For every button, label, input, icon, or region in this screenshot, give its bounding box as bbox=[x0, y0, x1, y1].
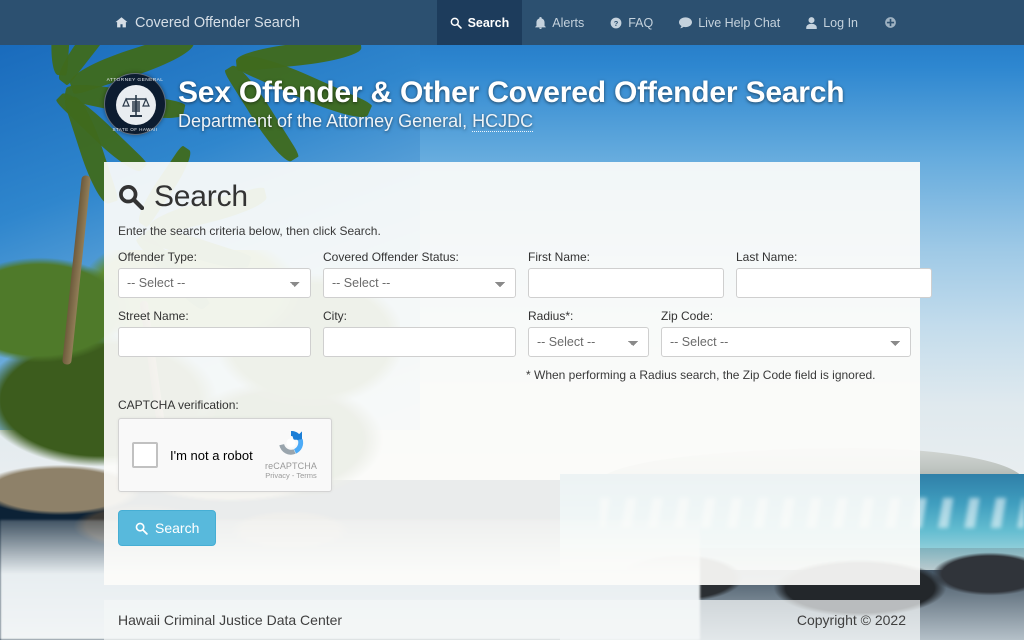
city-input[interactable] bbox=[323, 327, 516, 357]
navbar-right-padding bbox=[916, 0, 1024, 45]
nav-item-alerts[interactable]: Alerts bbox=[522, 0, 597, 45]
search-instruction: Enter the search criteria below, then cl… bbox=[118, 224, 381, 238]
seal-inner-disc bbox=[116, 85, 156, 125]
field-zip-code: Zip Code: -- Select -- bbox=[661, 309, 923, 357]
field-last-name: Last Name: bbox=[736, 250, 944, 298]
accessibility-plus-icon bbox=[884, 16, 897, 29]
zip-code-label: Zip Code: bbox=[661, 309, 714, 323]
page-subtitle: Department of the Attorney General, HCJD… bbox=[178, 110, 844, 132]
page-title: Sex Offender & Other Covered Offender Se… bbox=[178, 76, 845, 110]
field-city: City: bbox=[323, 309, 528, 357]
offender-type-select[interactable]: -- Select -- bbox=[118, 268, 311, 298]
recaptcha-brand-text: reCAPTCHA bbox=[265, 461, 317, 471]
nav-item-log-in-label: Log In bbox=[823, 15, 858, 30]
navbar-items: Search Alerts ? FAQ Live Help Chat Log I… bbox=[436, 0, 916, 45]
footer-left-text: Hawaii Criminal Justice Data Center bbox=[118, 612, 343, 628]
search-panel: Search Enter the search criteria below, … bbox=[104, 162, 932, 585]
scales-of-justice-icon bbox=[122, 95, 150, 117]
page-header: ATTORNEY GENERAL STATE OF HAWAII Sex Off… bbox=[104, 58, 920, 150]
page-subtitle-prefix: Department of the Attorney General, bbox=[178, 110, 473, 131]
field-covered-offender-status: Covered Offender Status: -- Select -- bbox=[323, 250, 528, 298]
last-name-input[interactable] bbox=[736, 268, 932, 298]
captcha-label: CAPTCHA verification: bbox=[118, 398, 239, 412]
svg-text:?: ? bbox=[614, 18, 619, 27]
search-panel-header: Search bbox=[118, 180, 906, 214]
recaptcha-checkbox-label: I'm not a robot bbox=[170, 447, 253, 463]
chat-bubble-icon bbox=[679, 16, 693, 29]
search-form: Offender Type: -- Select -- Covered Offe… bbox=[118, 250, 932, 546]
bell-icon bbox=[535, 16, 547, 29]
nav-item-live-help-chat-label: Live Help Chat bbox=[698, 15, 781, 30]
form-row-2: Street Name: City: Radius*: -- Select --… bbox=[118, 309, 911, 357]
covered-offender-status-select[interactable]: -- Select -- bbox=[323, 268, 516, 298]
radius-select[interactable]: -- Select -- bbox=[528, 327, 649, 357]
nav-item-faq[interactable]: ? FAQ bbox=[597, 0, 666, 45]
radius-note: * When performing a Radius search, the Z… bbox=[526, 368, 876, 382]
state-seal-icon: ATTORNEY GENERAL STATE OF HAWAII bbox=[104, 73, 166, 135]
field-street-name: Street Name: bbox=[118, 309, 323, 357]
field-first-name: First Name: bbox=[528, 250, 736, 298]
nav-item-alerts-label: Alerts bbox=[552, 15, 585, 30]
nav-item-live-help-chat[interactable]: Live Help Chat bbox=[666, 0, 793, 45]
header-title-block: Sex Offender & Other Covered Offender Se… bbox=[178, 76, 845, 132]
nav-item-accessibility[interactable] bbox=[871, 0, 916, 45]
search-heading: Search bbox=[154, 180, 248, 213]
zip-code-select[interactable]: -- Select -- bbox=[661, 327, 911, 357]
page-footer: Hawaii Criminal Justice Data Center Copy… bbox=[104, 600, 920, 640]
field-radius: Radius*: -- Select -- bbox=[528, 309, 661, 357]
page-subtitle-abbr: HCJDC bbox=[472, 110, 534, 132]
recaptcha-widget[interactable]: I'm not a robot reCAPTCHA Privacy - Term… bbox=[118, 418, 332, 492]
search-icon bbox=[450, 17, 462, 29]
seal-bottom-text: STATE OF HAWAII bbox=[112, 126, 158, 132]
form-row-1: Offender Type: -- Select -- Covered Offe… bbox=[118, 250, 932, 298]
nav-item-log-in[interactable]: Log In bbox=[793, 0, 871, 45]
navbar-spacer bbox=[314, 0, 437, 45]
covered-offender-status-label: Covered Offender Status: bbox=[323, 250, 459, 264]
search-icon bbox=[118, 184, 144, 210]
home-icon bbox=[115, 16, 128, 29]
last-name-label: Last Name: bbox=[736, 250, 798, 264]
recaptcha-branding: reCAPTCHA Privacy - Terms bbox=[260, 427, 322, 480]
nav-item-search[interactable]: Search bbox=[436, 0, 523, 45]
question-circle-icon: ? bbox=[610, 17, 622, 29]
navbar-brand[interactable]: Covered Offender Search bbox=[0, 0, 314, 45]
seal-top-text: ATTORNEY GENERAL bbox=[106, 76, 164, 82]
first-name-input[interactable] bbox=[528, 268, 724, 298]
search-button[interactable]: Search bbox=[118, 510, 217, 546]
recaptcha-logo-icon bbox=[275, 427, 307, 459]
first-name-label: First Name: bbox=[528, 250, 591, 264]
offender-type-label: Offender Type: bbox=[118, 250, 197, 264]
footer-right-text: Copyright © 2022 bbox=[796, 612, 906, 628]
field-offender-type: Offender Type: -- Select -- bbox=[118, 250, 323, 298]
recaptcha-legal-text[interactable]: Privacy - Terms bbox=[260, 471, 322, 480]
nav-item-search-label: Search bbox=[467, 15, 510, 30]
city-label: City: bbox=[323, 309, 347, 323]
search-button-label: Search bbox=[155, 520, 200, 536]
captcha-block: CAPTCHA verification: I'm not a robot re… bbox=[118, 398, 906, 492]
user-icon bbox=[806, 16, 817, 29]
nav-item-faq-label: FAQ bbox=[628, 15, 654, 30]
recaptcha-checkbox[interactable] bbox=[132, 442, 158, 468]
street-name-input[interactable] bbox=[118, 327, 311, 357]
street-name-label: Street Name: bbox=[118, 309, 189, 323]
search-icon bbox=[135, 522, 148, 535]
radius-label: Radius*: bbox=[528, 309, 574, 323]
navbar-brand-label: Covered Offender Search bbox=[135, 14, 300, 31]
top-navigation-bar: Covered Offender Search Search Alerts ? … bbox=[0, 0, 1024, 45]
